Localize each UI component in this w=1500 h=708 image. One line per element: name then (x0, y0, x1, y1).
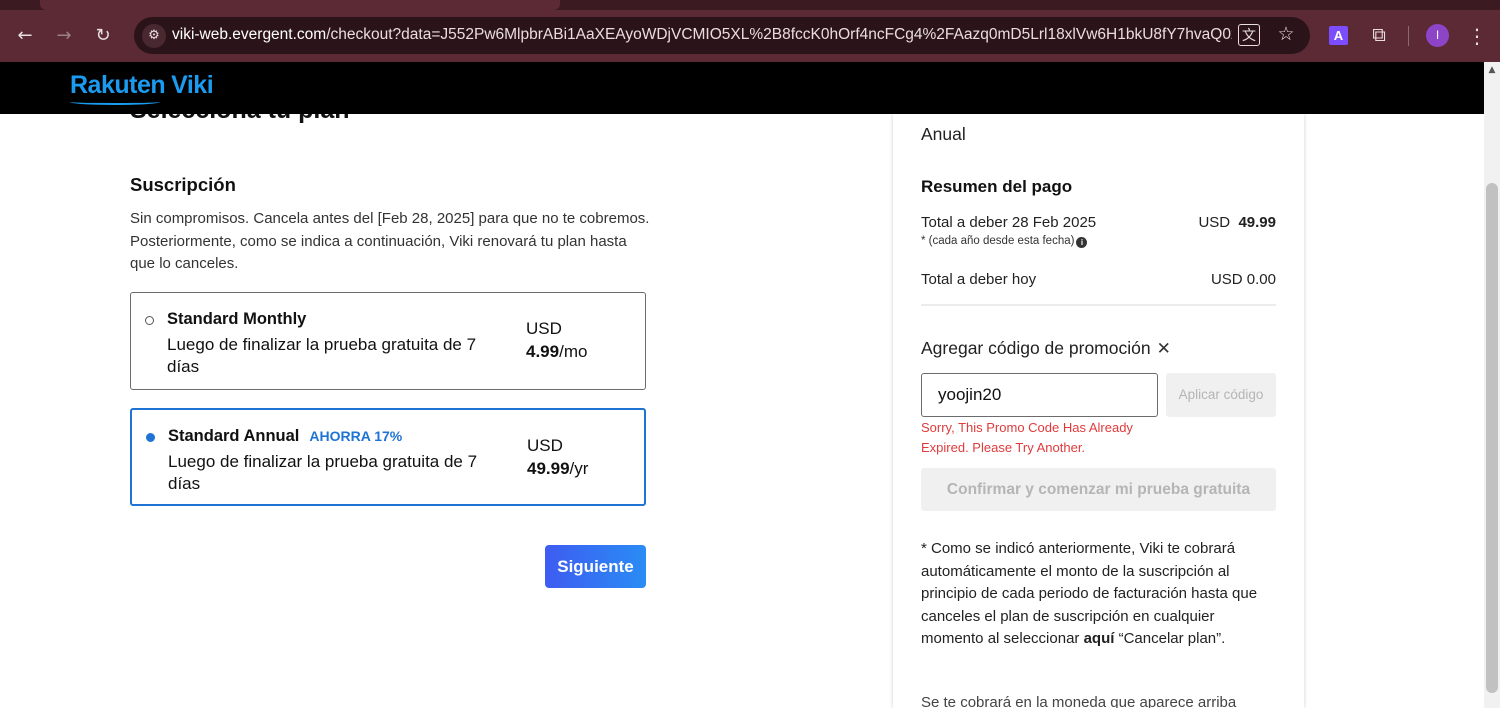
kebab-menu-icon[interactable]: ⋮ (1466, 22, 1488, 50)
currency-note: Se te cobrará en la moneda que aparece a… (921, 694, 1237, 708)
url-path: /checkout?data=J552Pw6MlpbrABi1AaXEAyoWD… (326, 26, 1232, 43)
active-tab[interactable] (40, 0, 560, 10)
scroll-up-arrow-icon[interactable]: ▲ (1486, 64, 1498, 76)
plan-name-text: Standard Monthly (167, 310, 307, 328)
site-header: Rakuten Viki (0, 62, 1484, 114)
plan-card-monthly[interactable]: Standard Monthly Luego de finalizar la p… (130, 292, 646, 390)
logo-swoosh (70, 99, 160, 105)
due-date-label: Total a deber 28 Feb 2025 (921, 214, 1097, 231)
plan-currency: USD (526, 319, 562, 338)
info-icon[interactable]: i (1076, 237, 1088, 248)
profile-avatar[interactable]: I (1426, 24, 1449, 47)
plan-note: Luego de finalizar la prueba gratuita de… (167, 335, 477, 376)
address-bar[interactable]: ⚙ viki-web.evergent.com/checkout?data=J5… (134, 17, 1310, 54)
rakuten-viki-logo[interactable]: Rakuten Viki (70, 71, 214, 100)
due-value: 49.99 (1238, 214, 1276, 231)
radio-unselected[interactable] (145, 316, 154, 325)
close-icon[interactable]: ✕ (1157, 339, 1171, 359)
disclaimer-suffix: “Cancelar plan”. (1114, 630, 1226, 647)
section-title: Suscripción (130, 174, 236, 195)
plan-currency: USD (527, 436, 563, 455)
cancel-plan-link[interactable]: aquí (1084, 630, 1115, 647)
plan-price: 49.99/yr (527, 459, 588, 479)
next-button[interactable]: Siguiente (545, 545, 646, 588)
promo-code-title: Agregar código de promoción ✕ (921, 338, 1171, 359)
puzzle-icon[interactable]: ⧉ (1366, 22, 1392, 48)
plan-note: Luego de finalizar la prueba gratuita de… (168, 452, 478, 493)
logo-viki: Viki (171, 71, 214, 99)
confirm-trial-button[interactable]: Confirmar y comenzar mi prueba gratuita (921, 468, 1276, 511)
plan-name: Standard Monthly (167, 310, 306, 329)
translate-icon[interactable]: 文 (1238, 24, 1260, 46)
plan-card-annual[interactable]: Standard Annual AHORRA 17% Luego de final… (130, 408, 646, 506)
section-description: Sin compromisos. Cancela antes del [Feb … (130, 210, 650, 272)
plan-amount: 49.99 (527, 459, 570, 478)
url-text[interactable]: viki-web.evergent.com/checkout?data=J552… (172, 26, 1232, 44)
plan-amount: 4.99 (526, 342, 560, 361)
today-amount: USD 0.00 (1210, 271, 1276, 288)
extension-a-icon[interactable]: A (1329, 26, 1348, 45)
back-arrow-icon[interactable]: ← (11, 22, 39, 50)
due-note: * (cada año desde esta fecha) i (921, 235, 1088, 248)
promo-error-message: Sorry, This Promo Code Has Already Expir… (921, 420, 1133, 455)
promo-code-input[interactable]: yoojin20 (921, 373, 1158, 417)
site-settings-icon[interactable]: ⚙ (142, 24, 166, 48)
payment-summary-title: Resumen del pago (921, 177, 1073, 196)
reload-icon[interactable]: ↻ (89, 22, 117, 50)
plan-name-text: Standard Annual (168, 427, 300, 445)
plan-period: /yr (569, 459, 589, 478)
scrollbar-thumb[interactable] (1486, 183, 1498, 693)
forward-arrow-icon[interactable]: → (50, 22, 78, 50)
logo-rakuten: Rakuten (70, 71, 166, 99)
star-icon[interactable]: ☆ (1274, 22, 1298, 46)
toolbar-divider (1408, 26, 1409, 46)
today-label: Total a deber hoy (921, 271, 1037, 288)
due-amount: USD 49.99 (1198, 214, 1276, 231)
radio-selected[interactable] (146, 433, 155, 442)
savings-badge: AHORRA 17% (309, 428, 403, 444)
plan-price: 4.99/mo (526, 342, 587, 362)
url-host: viki-web.evergent.com (172, 26, 327, 43)
payment-summary-panel: Anual Resumen del pago Total a deber 28 … (893, 114, 1304, 708)
divider (921, 304, 1276, 306)
due-note-text: * (cada año desde esta fecha) (921, 235, 1075, 247)
tab-strip (0, 0, 1500, 10)
plan-name: Standard Annual AHORRA 17% (168, 427, 402, 446)
due-currency: USD (1198, 214, 1231, 231)
promo-title-text: Agregar código de promoción (921, 338, 1151, 358)
browser-toolbar: ← → ↻ ⚙ viki-web.evergent.com/checkout?d… (0, 0, 1500, 62)
apply-code-button[interactable]: Aplicar código (1166, 373, 1276, 417)
plan-period-label: Anual (921, 124, 966, 144)
plan-period: /mo (559, 342, 588, 361)
billing-disclaimer: * Como se indicó anteriormente, Viki te … (921, 538, 1276, 651)
